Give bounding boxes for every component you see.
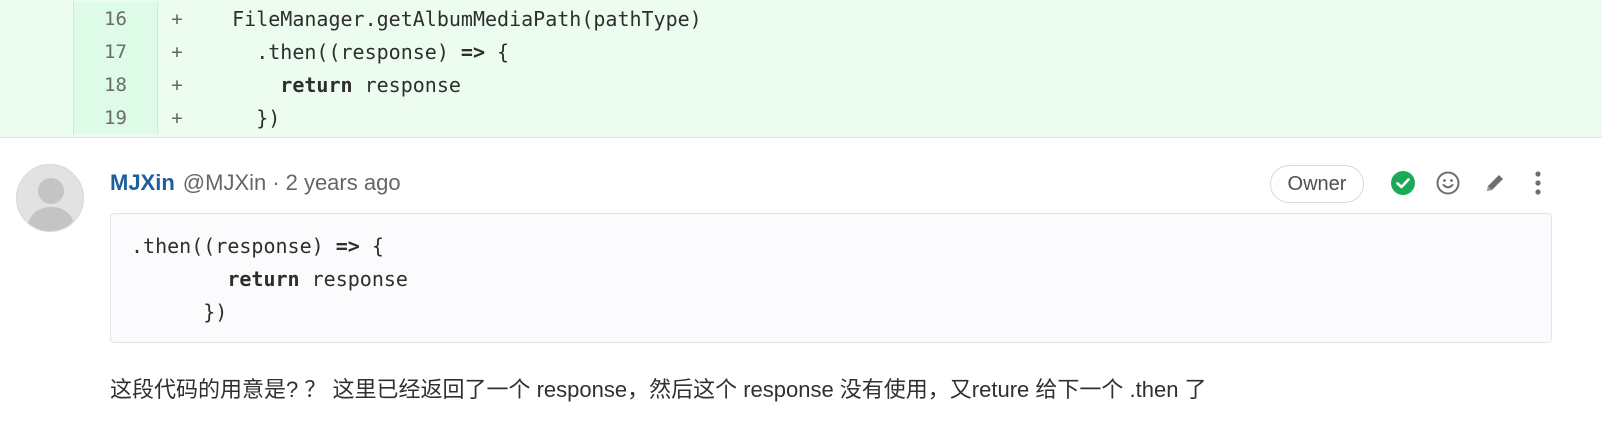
smiley-icon bbox=[1436, 171, 1460, 195]
comment-code-block: .then((response) => { return response }) bbox=[110, 213, 1552, 343]
diff-view: 16 + FileManager.getAlbumMediaPath(pathT… bbox=[0, 0, 1602, 138]
code-text: .then((response) bbox=[256, 39, 461, 64]
diff-left-gutter bbox=[0, 0, 74, 137]
default-avatar-icon bbox=[17, 165, 83, 231]
diff-added-sign: + bbox=[171, 106, 183, 129]
comment-timestamp[interactable]: 2 years ago bbox=[286, 170, 401, 196]
code-text: .then((response) bbox=[131, 234, 336, 258]
code-text: }) bbox=[256, 105, 281, 130]
line-number[interactable]: 18 bbox=[74, 68, 158, 101]
comment-header: MJXin @MJXin · 2 years ago bbox=[110, 166, 401, 200]
code-text: { bbox=[485, 39, 510, 64]
edit-comment-button[interactable] bbox=[1480, 168, 1510, 198]
line-number[interactable]: 19 bbox=[74, 101, 158, 134]
add-reaction-button[interactable] bbox=[1433, 168, 1463, 198]
diff-code-line: FileManager.getAlbumMediaPath(pathType) bbox=[196, 7, 702, 31]
line-number[interactable]: 16 bbox=[74, 2, 158, 35]
diff-line: 17 + .then((response) => { bbox=[74, 35, 1602, 68]
diff-line: 19 + }) bbox=[74, 101, 1602, 134]
line-number[interactable]: 17 bbox=[74, 35, 158, 68]
author-handle[interactable]: @MJXin bbox=[183, 170, 266, 196]
diff-line: 18 + return response bbox=[74, 68, 1602, 101]
comment-body: 这段代码的用意是? ？ 这里已经返回了一个 response，然后这个 resp… bbox=[110, 377, 1207, 402]
diff-added-sign: + bbox=[171, 40, 183, 63]
code-line: return response bbox=[131, 267, 408, 291]
code-text: FileManager.getAlbumMediaPath(pathType) bbox=[232, 6, 702, 31]
diff-added-sign: + bbox=[171, 7, 183, 30]
check-circle-icon bbox=[1391, 171, 1415, 195]
code-keyword: return bbox=[280, 72, 353, 97]
code-line: }) bbox=[131, 300, 227, 324]
code-line: .then((response) => { bbox=[131, 234, 384, 258]
code-keyword: => bbox=[460, 39, 486, 64]
header-separator: · bbox=[272, 170, 280, 195]
pencil-icon bbox=[1487, 175, 1503, 191]
avatar[interactable] bbox=[16, 164, 84, 232]
author-name[interactable]: MJXin bbox=[110, 170, 175, 196]
code-keyword: => bbox=[335, 234, 360, 258]
resolve-thread-button[interactable] bbox=[1388, 168, 1418, 198]
diff-code-line: return response bbox=[196, 73, 461, 97]
code-text: }) bbox=[131, 300, 228, 324]
code-text: response bbox=[299, 267, 408, 291]
code-keyword: return bbox=[227, 267, 300, 291]
vertical-ellipsis-icon bbox=[1535, 171, 1541, 195]
code-text: response bbox=[352, 72, 461, 97]
diff-code-line: }) bbox=[196, 106, 280, 130]
more-actions-button[interactable] bbox=[1523, 168, 1553, 198]
owner-badge: Owner bbox=[1270, 165, 1364, 203]
diff-code-line: .then((response) => { bbox=[196, 40, 509, 64]
diff-added-sign: + bbox=[171, 73, 183, 96]
diff-line: 16 + FileManager.getAlbumMediaPath(pathT… bbox=[74, 2, 1602, 35]
code-text: { bbox=[359, 234, 384, 258]
